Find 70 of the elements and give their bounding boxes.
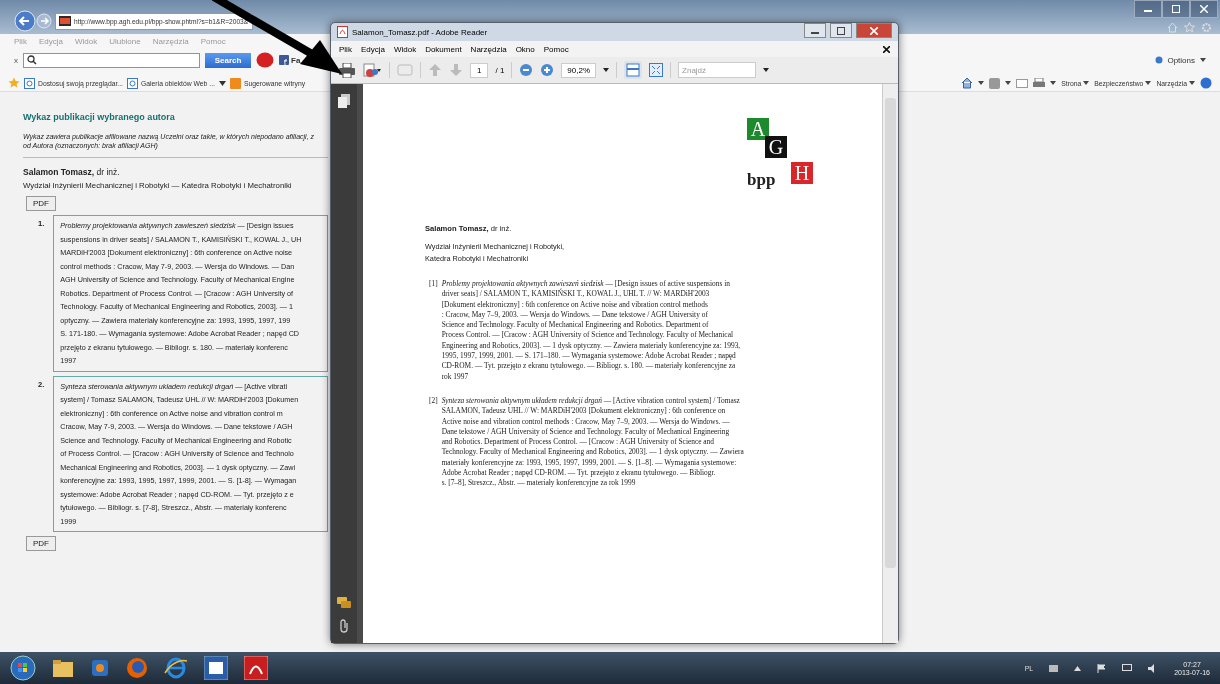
pdf-file-icon xyxy=(337,26,348,38)
search-field[interactable] xyxy=(23,52,200,68)
paperclip-icon[interactable] xyxy=(338,619,350,633)
caret-icon[interactable] xyxy=(1074,665,1082,671)
menu-item[interactable]: Plik xyxy=(339,44,352,54)
internet-explorer-icon[interactable] xyxy=(164,657,188,679)
page-number-field[interactable]: 1 xyxy=(470,62,489,78)
page-icon xyxy=(24,77,35,89)
favorites-star-icon[interactable] xyxy=(8,77,20,89)
media-player-icon[interactable] xyxy=(90,658,110,678)
folder-icon[interactable] xyxy=(52,658,74,678)
zoom-out-icon[interactable] xyxy=(519,63,534,77)
menu-item[interactable]: Narzędzia xyxy=(470,44,507,54)
search-icon xyxy=(27,55,37,65)
zoom-field[interactable]: 90,2% xyxy=(561,62,597,78)
dropdown-caret-icon[interactable] xyxy=(1005,81,1012,85)
firefox-icon[interactable] xyxy=(126,657,148,679)
logo-text: bpp xyxy=(747,170,776,190)
search-button[interactable]: Search xyxy=(205,52,251,68)
comments-icon[interactable] xyxy=(337,597,351,609)
keyboard-icon[interactable] xyxy=(1049,664,1059,672)
facebook-button[interactable]: Fa xyxy=(279,55,301,65)
flag-icon[interactable] xyxy=(1097,663,1107,673)
dropdown-caret-icon xyxy=(1083,81,1090,85)
menu-item[interactable]: Okno xyxy=(515,44,535,54)
window-title: Salamon_Tomasz.pdf - Adobe Reader xyxy=(352,27,488,37)
menu-item[interactable]: Dokument xyxy=(425,44,462,54)
menu-item[interactable]: Widok xyxy=(393,44,417,54)
author-name: Salamon Tomasz, dr inż. xyxy=(23,166,121,179)
logo-letter: A xyxy=(747,118,769,140)
close-icon[interactable] xyxy=(1200,5,1208,13)
pages-icon[interactable] xyxy=(338,94,350,108)
menu-item[interactable]: Pomoc xyxy=(543,44,569,54)
dropdown-caret-icon[interactable] xyxy=(218,80,226,86)
dropdown-caret-icon[interactable] xyxy=(978,81,985,85)
zoom-in-icon[interactable] xyxy=(540,63,555,77)
page-icon xyxy=(127,77,138,89)
logo-letter: G xyxy=(765,136,787,158)
mail-icon[interactable] xyxy=(1016,78,1029,88)
suggested-sites-icon xyxy=(229,77,241,89)
share-icon[interactable] xyxy=(362,62,382,78)
logo-letter: H xyxy=(791,162,813,184)
close-document-icon[interactable] xyxy=(883,45,890,53)
fit-width-icon[interactable] xyxy=(624,61,643,79)
close-icon[interactable] xyxy=(870,26,878,35)
home-icon[interactable] xyxy=(961,77,974,89)
options-button[interactable]: Options xyxy=(1154,55,1195,65)
forward-icon[interactable] xyxy=(36,13,52,29)
network-icon[interactable] xyxy=(1122,663,1133,673)
printer-icon[interactable] xyxy=(339,62,355,78)
pdf-button[interactable]: PDF xyxy=(26,196,56,211)
dropdown-caret-icon xyxy=(1189,81,1195,85)
start-button-icon[interactable] xyxy=(10,655,36,681)
page-total: / 1 xyxy=(495,65,505,75)
dropdown-caret-icon[interactable] xyxy=(1050,81,1057,85)
page-heading: Wykaz publikacji wybranego autora xyxy=(23,112,176,122)
dropdown-caret-icon[interactable] xyxy=(1200,58,1206,62)
maximize-icon[interactable] xyxy=(837,26,845,35)
facebook-icon xyxy=(279,55,289,65)
pdf-button[interactable]: PDF xyxy=(26,536,56,551)
find-field[interactable]: Znajdź xyxy=(678,62,757,78)
star-icon[interactable] xyxy=(1184,22,1195,33)
close-toolbar-button[interactable]: x xyxy=(14,55,18,65)
menu-item[interactable]: Edycja xyxy=(360,44,385,54)
acrobat-icon[interactable] xyxy=(244,656,268,680)
dropdown-caret-icon xyxy=(1145,81,1152,85)
site-icon xyxy=(59,16,71,26)
scrollbar[interactable] xyxy=(882,84,898,643)
back-icon[interactable] xyxy=(14,10,36,32)
fit-page-icon[interactable] xyxy=(649,63,664,77)
